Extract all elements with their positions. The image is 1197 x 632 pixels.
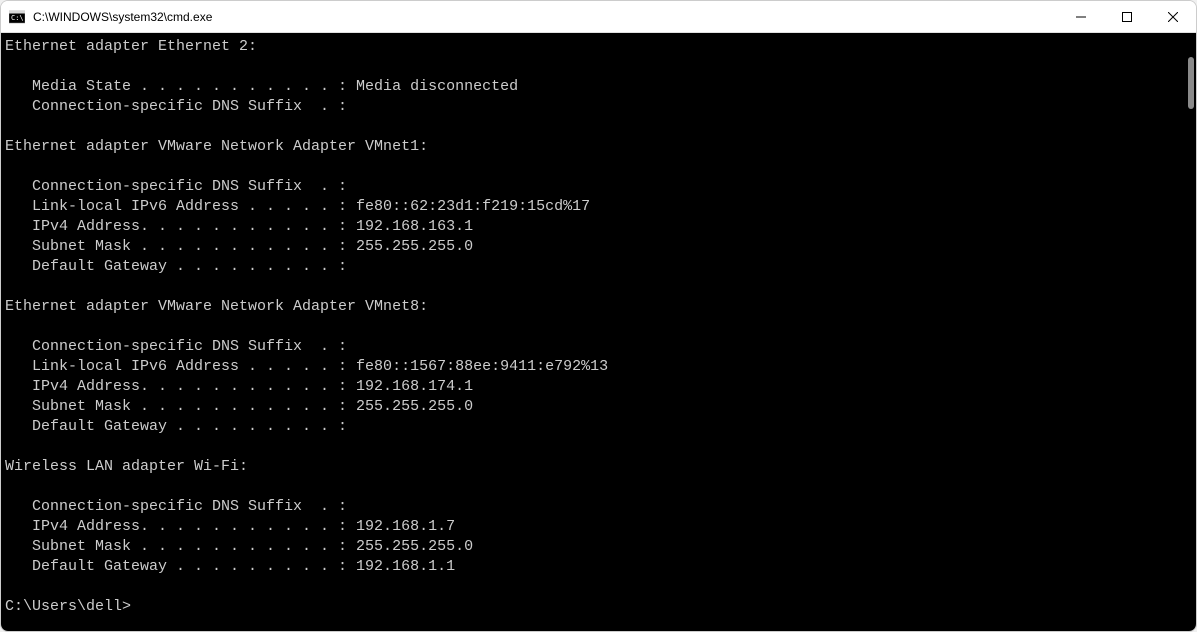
terminal-area: Ethernet adapter Ethernet 2: Media State… xyxy=(1,33,1196,631)
scrollbar-thumb[interactable] xyxy=(1188,57,1194,109)
cmd-icon: C:\ xyxy=(9,9,25,25)
maximize-button[interactable] xyxy=(1104,1,1150,32)
terminal-output[interactable]: Ethernet adapter Ethernet 2: Media State… xyxy=(1,33,1180,631)
window-controls xyxy=(1058,1,1196,32)
svg-text:C:\: C:\ xyxy=(11,14,24,22)
cmd-window: C:\ C:\WINDOWS\system32\cmd.exe xyxy=(0,0,1197,632)
titlebar[interactable]: C:\ C:\WINDOWS\system32\cmd.exe xyxy=(1,1,1196,33)
minimize-button[interactable] xyxy=(1058,1,1104,32)
window-title: C:\WINDOWS\system32\cmd.exe xyxy=(33,10,1058,24)
close-button[interactable] xyxy=(1150,1,1196,32)
scrollbar-track[interactable] xyxy=(1180,33,1196,631)
